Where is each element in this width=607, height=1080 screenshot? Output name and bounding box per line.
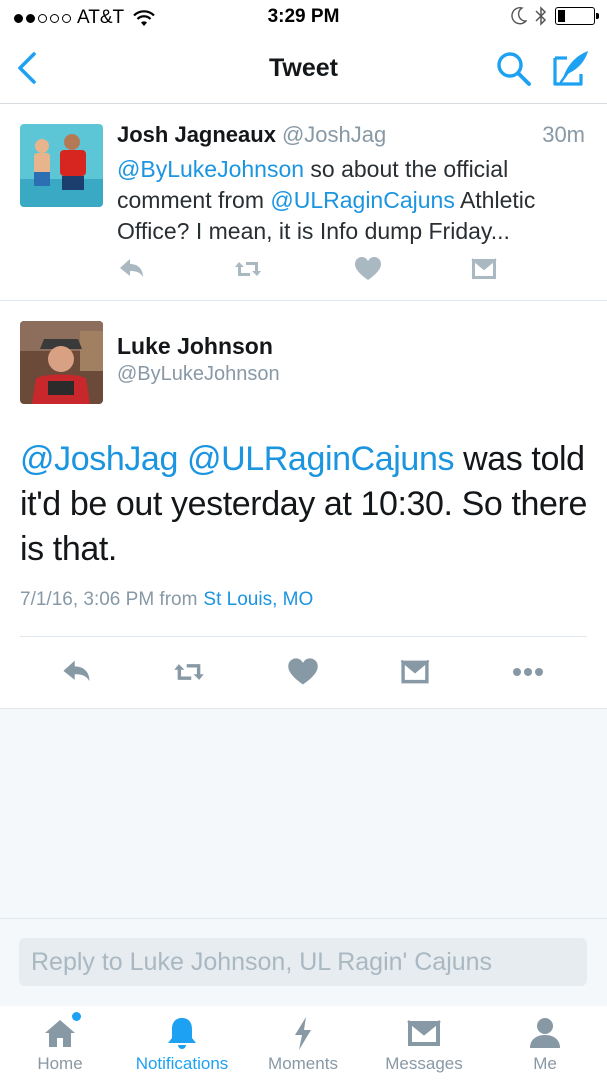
tweet-timestamp: 7/1/16, 3:06 PM from: [20, 589, 198, 610]
reply-bar: [0, 918, 607, 1006]
avatar-photo-icon: [20, 124, 103, 207]
mention-link[interactable]: @JoshJag: [20, 440, 178, 478]
tab-label: Messages: [385, 1054, 463, 1073]
notification-dot: [72, 1012, 81, 1021]
compose-icon[interactable]: [551, 48, 591, 88]
more-icon[interactable]: [511, 655, 545, 689]
avatar[interactable]: [20, 124, 103, 207]
tab-label: Me: [533, 1054, 557, 1073]
tab-label: Notifications: [135, 1054, 229, 1073]
author-name[interactable]: Josh Jagneaux: [117, 122, 276, 147]
tweet-text-segment: [178, 440, 187, 478]
tab-bar: Home Notifications Moments Messages Me: [0, 1006, 607, 1080]
message-icon[interactable]: [398, 655, 432, 689]
battery-level: [558, 10, 565, 22]
retweet-icon[interactable]: [172, 655, 206, 689]
mention-link[interactable]: @ByLukeJohnson: [117, 156, 304, 182]
envelope-icon: [405, 1014, 443, 1052]
retweet-icon[interactable]: [233, 254, 263, 284]
tweet-text: @JoshJag @ULRaginCajuns was told it'd be…: [20, 437, 587, 572]
tab-home[interactable]: Home: [20, 1006, 100, 1080]
author-handle[interactable]: @JoshJag: [282, 122, 386, 147]
search-icon[interactable]: [495, 50, 533, 88]
avatar-photo-icon: [20, 321, 103, 404]
message-icon[interactable]: [469, 254, 499, 284]
tweet-actions: [0, 651, 607, 695]
mention-link[interactable]: @ULRaginCajuns: [270, 187, 454, 213]
tweet-text: @ByLukeJohnson so about the official com…: [117, 154, 585, 247]
tweet-meta: 7/1/16, 3:06 PM from St Louis, MO: [20, 589, 313, 611]
bluetooth-icon: [535, 6, 547, 26]
nav-bar: Tweet: [0, 34, 607, 104]
tab-label: Moments: [268, 1054, 338, 1073]
tweet-actions: [117, 254, 517, 288]
avatar[interactable]: [20, 321, 103, 404]
tab-me[interactable]: Me: [510, 1006, 580, 1080]
parent-tweet[interactable]: Josh Jagneaux @JoshJag 30m @ByLukeJohnson…: [0, 104, 607, 301]
like-icon[interactable]: [353, 254, 383, 284]
author-handle[interactable]: @ByLukeJohnson: [117, 363, 280, 386]
status-bar: AT&T 3:29 PM: [0, 0, 607, 34]
reply-input[interactable]: [19, 938, 587, 986]
bell-icon: [163, 1014, 201, 1052]
person-icon: [526, 1014, 564, 1052]
lightning-icon: [284, 1014, 322, 1052]
tweet-header: Josh Jagneaux @JoshJag 30m: [117, 122, 585, 152]
empty-area: [0, 709, 607, 918]
reply-icon[interactable]: [117, 254, 147, 284]
tweet-time: 30m: [542, 122, 585, 147]
tweet-location-link[interactable]: St Louis, MO: [203, 589, 313, 610]
tab-label: Home: [37, 1054, 83, 1073]
focused-tweet: Luke Johnson @ByLukeJohnson @JoshJag @UL…: [0, 301, 607, 709]
author-name[interactable]: Luke Johnson: [117, 333, 273, 360]
status-right: [511, 6, 599, 26]
divider: [20, 636, 587, 637]
like-icon[interactable]: [286, 655, 320, 689]
mention-link[interactable]: @ULRaginCajuns: [187, 440, 454, 478]
home-icon: [41, 1012, 81, 1052]
tab-moments[interactable]: Moments: [258, 1006, 348, 1080]
battery-icon: [555, 7, 599, 25]
tab-notifications[interactable]: Notifications: [124, 1006, 240, 1080]
tab-messages[interactable]: Messages: [376, 1006, 472, 1080]
moon-icon: [511, 7, 527, 25]
reply-icon[interactable]: [60, 655, 94, 689]
